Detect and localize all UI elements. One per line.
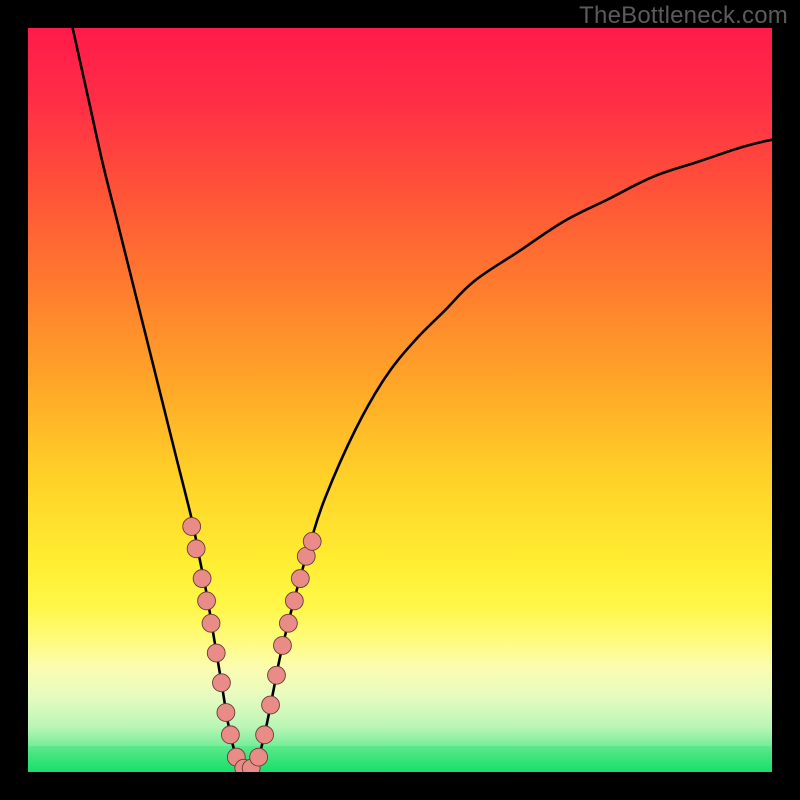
data-marker [207,644,225,662]
data-marker [256,726,274,744]
curve-layer [28,28,772,772]
data-marker [217,704,235,722]
data-marker [285,592,303,610]
data-marker [279,614,297,632]
data-marker [193,570,211,588]
watermark-text: TheBottleneck.com [579,2,788,30]
data-marker [183,518,201,536]
data-marker [291,570,309,588]
plot-area [28,28,772,772]
data-marker [202,614,220,632]
data-marker [221,726,239,744]
data-marker [268,666,286,684]
data-marker [187,540,205,558]
data-marker [198,592,216,610]
data-marker [274,637,292,655]
data-marker [213,674,231,692]
data-marker [262,696,280,714]
chart-frame: TheBottleneck.com [0,0,800,800]
data-marker [303,532,321,550]
data-marker [250,748,268,766]
bottleneck-curve [73,28,772,772]
